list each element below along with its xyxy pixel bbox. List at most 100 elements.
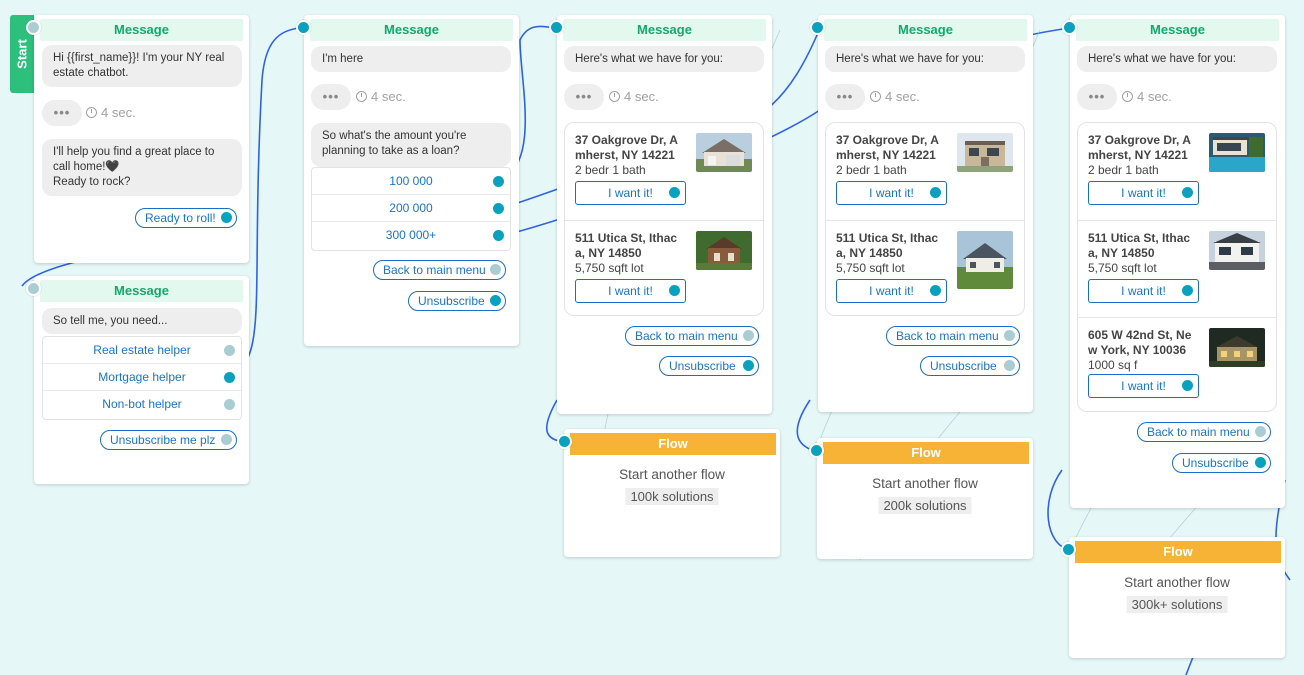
message-node-listings-300k[interactable]: Message Here's what we have for you: •••… xyxy=(1070,15,1285,508)
unsubscribe-button[interactable]: Unsubscribe xyxy=(659,356,759,376)
button-label: I want it! xyxy=(1121,186,1166,200)
node-header: Message xyxy=(563,19,766,41)
unsubscribe-button[interactable]: Unsubscribe xyxy=(1172,453,1271,473)
output-port[interactable] xyxy=(1004,330,1015,341)
output-port[interactable] xyxy=(493,203,504,214)
typing-dots: ••• xyxy=(564,84,604,110)
flow-node-100k[interactable]: Flow Start another flow 100k solutions xyxy=(564,429,780,557)
input-port[interactable] xyxy=(1062,20,1077,35)
flow-name-tag: 300k+ solutions xyxy=(1126,596,1228,613)
output-port[interactable] xyxy=(743,330,754,341)
message-node-listings-100k[interactable]: Message Here's what we have for you: •••… xyxy=(557,15,772,414)
flow-node-300k[interactable]: Flow Start another flow 300k+ solutions xyxy=(1069,537,1285,658)
listing-details: 2 bedr 1 bath xyxy=(575,163,646,177)
quick-reply-100k[interactable]: 100 000 xyxy=(312,168,510,195)
output-port[interactable] xyxy=(493,176,504,187)
output-port[interactable] xyxy=(224,372,235,383)
flow-node-200k[interactable]: Flow Start another flow 200k solutions xyxy=(817,438,1033,559)
output-port[interactable] xyxy=(1004,360,1015,371)
i-want-it-button[interactable]: I want it! xyxy=(575,181,686,205)
listing-details: 2 bedr 1 bath xyxy=(836,163,907,177)
unsubscribe-button[interactable]: Unsubscribe xyxy=(408,291,506,311)
input-port[interactable] xyxy=(26,20,41,35)
back-to-main-menu-button[interactable]: Back to main menu xyxy=(1137,422,1271,442)
delay-label: 4 sec. xyxy=(101,105,136,120)
output-port[interactable] xyxy=(1255,457,1266,468)
listing-gallery: 37 Oakgrove Dr, Amherst, NY 14221 2 bedr… xyxy=(1077,122,1277,412)
quick-reply-list: 100 000 200 000 300 000+ xyxy=(311,167,511,251)
listing-title: 511 Utica St, Ithaca, NY 14850 xyxy=(836,231,939,260)
flow-title: Start another flow xyxy=(872,476,978,491)
output-port[interactable] xyxy=(221,434,232,445)
message-node-welcome[interactable]: Message Hi {{first_name}}! I'm your NY r… xyxy=(34,15,249,263)
back-to-main-menu-button[interactable]: Back to main menu xyxy=(373,260,506,280)
input-port[interactable] xyxy=(296,20,311,35)
input-port[interactable] xyxy=(26,281,41,296)
back-to-main-menu-button[interactable]: Back to main menu xyxy=(625,326,759,346)
i-want-it-button[interactable]: I want it! xyxy=(836,279,947,303)
i-want-it-button[interactable]: I want it! xyxy=(1088,279,1199,303)
button-label: Unsubscribe xyxy=(418,294,485,308)
quick-reply-non-bot[interactable]: Non-bot helper xyxy=(43,391,241,418)
delay-label: 4 sec. xyxy=(624,89,659,104)
output-port[interactable] xyxy=(930,187,941,198)
output-port[interactable] xyxy=(224,399,235,410)
quick-reply-label: 300 000+ xyxy=(385,228,437,242)
quick-reply-300k[interactable]: 300 000+ xyxy=(312,222,510,249)
ready-to-roll-button[interactable]: Ready to roll! xyxy=(135,208,237,228)
listing-title: 511 Utica St, Ithaca, NY 14850 xyxy=(1088,231,1191,260)
output-port[interactable] xyxy=(1182,380,1193,391)
quick-reply-mortgage[interactable]: Mortgage helper xyxy=(43,364,241,391)
button-label: Unsubscribe me plz xyxy=(110,433,216,447)
input-port[interactable] xyxy=(809,443,824,458)
output-port[interactable] xyxy=(669,285,680,296)
output-port[interactable] xyxy=(490,264,501,275)
house-photo xyxy=(1209,231,1265,270)
house-photo xyxy=(696,231,752,270)
i-want-it-button[interactable]: I want it! xyxy=(1088,181,1199,205)
output-port[interactable] xyxy=(1182,187,1193,198)
output-port[interactable] xyxy=(669,187,680,198)
output-port[interactable] xyxy=(224,345,235,356)
house-photo xyxy=(957,133,1013,172)
input-port[interactable] xyxy=(557,434,572,449)
quick-reply-label: Non-bot helper xyxy=(102,397,182,411)
i-want-it-button[interactable]: I want it! xyxy=(836,181,947,205)
unsubscribe-button[interactable]: Unsubscribe xyxy=(920,356,1020,376)
output-port[interactable] xyxy=(221,212,232,223)
input-port[interactable] xyxy=(810,20,825,35)
output-port[interactable] xyxy=(743,360,754,371)
quick-reply-200k[interactable]: 200 000 xyxy=(312,195,510,222)
start-label: Start xyxy=(14,39,30,69)
button-label: Back to main menu xyxy=(383,263,486,277)
button-label: Back to main menu xyxy=(635,329,738,343)
quick-reply-real-estate[interactable]: Real estate helper xyxy=(43,337,241,364)
back-to-main-menu-button[interactable]: Back to main menu xyxy=(886,326,1020,346)
output-port[interactable] xyxy=(930,285,941,296)
message-bubble: I'll help you find a great place to call… xyxy=(42,139,242,196)
output-port[interactable] xyxy=(1182,285,1193,296)
output-port[interactable] xyxy=(490,295,501,306)
unsubscribe-button[interactable]: Unsubscribe me plz xyxy=(100,430,237,450)
button-label: Back to main menu xyxy=(896,329,999,343)
flow-name-tag: 200k solutions xyxy=(878,497,972,514)
node-header: Message xyxy=(40,280,243,302)
input-port[interactable] xyxy=(549,20,564,35)
output-port[interactable] xyxy=(493,230,504,241)
message-bubble: Hi {{first_name}}! I'm your NY real esta… xyxy=(42,45,242,87)
house-photo xyxy=(1209,328,1265,367)
delay-label: 4 sec. xyxy=(885,89,920,104)
message-node-need[interactable]: Message So tell me, you need... Real est… xyxy=(34,276,249,484)
listing-gallery: 37 Oakgrove Dr, Amherst, NY 14221 2 bedr… xyxy=(825,122,1025,316)
message-bubble: Here's what we have for you: xyxy=(1077,46,1277,72)
message-node-listings-200k[interactable]: Message Here's what we have for you: •••… xyxy=(818,15,1033,412)
output-port[interactable] xyxy=(1255,426,1266,437)
quick-reply-label: 100 000 xyxy=(389,174,433,188)
node-header: Flow xyxy=(823,442,1029,464)
message-node-loan[interactable]: Message I'm here ••• 4 sec. So what's th… xyxy=(304,15,519,346)
i-want-it-button[interactable]: I want it! xyxy=(1088,374,1199,398)
flow-title: Start another flow xyxy=(619,467,725,482)
i-want-it-button[interactable]: I want it! xyxy=(575,279,686,303)
input-port[interactable] xyxy=(1061,542,1076,557)
house-photo xyxy=(696,133,752,172)
